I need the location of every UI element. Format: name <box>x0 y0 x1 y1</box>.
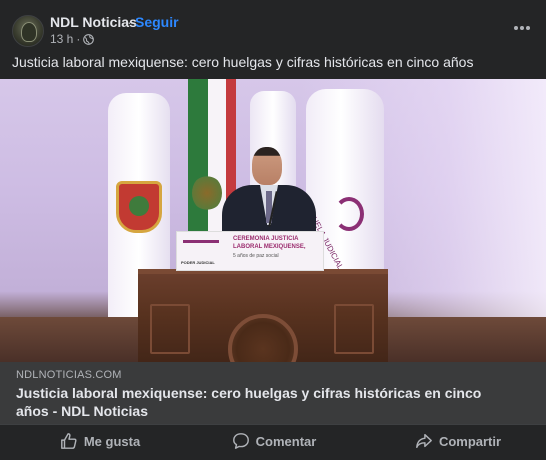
share-arrow-icon <box>416 433 432 449</box>
comment-bubble-icon <box>232 433 249 449</box>
podium <box>138 269 388 362</box>
name-separator: · <box>127 14 132 30</box>
follow-button[interactable]: Seguir <box>135 14 179 30</box>
page-name-link[interactable]: NDL Noticias <box>50 14 137 30</box>
post-header: NDL Noticias · Seguir 13 h · <box>0 0 546 48</box>
post-timestamp[interactable]: 13 h <box>50 32 73 46</box>
post-meta: 13 h · <box>50 32 95 46</box>
sign-line-1: CEREMONIA JUSTICIA <box>233 236 299 242</box>
post-text: Justicia laboral mexiquense: cero huelga… <box>12 54 474 70</box>
ceremony-sign: PODER JUDICIAL CEREMONIA JUSTICIA LABORA… <box>176 231 324 271</box>
sign-line-2: LABORAL MEXIQUENSE, <box>233 244 306 250</box>
link-preview-image[interactable]: ESCUELA JUDICIAL PODER JUDICIAL CEREMONI… <box>0 79 546 362</box>
globe-icon <box>83 33 95 45</box>
share-button[interactable]: Compartir <box>398 425 518 457</box>
meta-separator: · <box>76 32 81 46</box>
like-button[interactable]: Me gusta <box>40 425 160 457</box>
comment-button[interactable]: Comentar <box>214 425 334 457</box>
podium-seal <box>228 314 298 362</box>
share-label: Compartir <box>438 433 502 449</box>
more-options-icon[interactable] <box>508 16 536 40</box>
link-domain: NDLNOTICIAS.COM <box>16 369 122 381</box>
page-avatar[interactable] <box>12 15 44 47</box>
link-title[interactable]: Justicia laboral mexiquense: cero huelga… <box>16 384 516 420</box>
sign-pj: PODER JUDICIAL <box>181 260 215 265</box>
sign-line-3: 5 años de paz social <box>233 253 279 259</box>
thumbs-up-icon <box>60 433 77 449</box>
action-bar: Me gusta Comentar Compartir <box>0 424 546 460</box>
comment-label: Comentar <box>255 433 317 449</box>
post-card: NDL Noticias · Seguir 13 h · Justicia la… <box>0 0 546 460</box>
like-label: Me gusta <box>83 433 141 449</box>
